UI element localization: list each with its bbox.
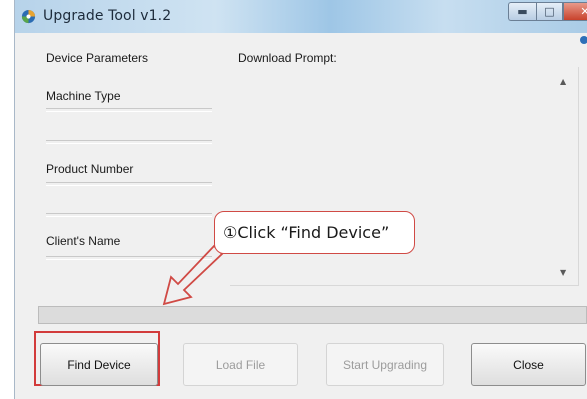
minimize-button[interactable]: ▬ — [508, 2, 536, 21]
close-window-button[interactable]: ✕ — [563, 2, 587, 21]
machine-type-label: Machine Type — [46, 89, 121, 103]
device-parameters-title: Device Parameters — [46, 51, 149, 65]
maximize-button[interactable]: □ — [536, 2, 563, 21]
app-icon — [21, 9, 36, 24]
scroll-up-icon[interactable]: ▲ — [560, 77, 566, 86]
window-title: Upgrade Tool v1.2 — [43, 8, 172, 24]
close-button[interactable]: Close — [471, 343, 586, 386]
progress-bar — [38, 306, 587, 324]
scroll-down-icon[interactable]: ▼ — [560, 268, 566, 277]
maximize-icon: □ — [544, 5, 555, 18]
clients-name-label: Client's Name — [46, 234, 121, 248]
instruction-callout: ①Click “Find Device” — [214, 211, 415, 254]
separator-line — [46, 140, 212, 144]
title-bar[interactable]: Upgrade Tool v1.2 — [15, 0, 587, 33]
indicator-dot-icon — [580, 36, 587, 44]
close-icon: ✕ — [580, 5, 587, 18]
download-prompt-title: Download Prompt: — [238, 51, 337, 65]
separator-line — [46, 108, 212, 112]
product-number-label: Product Number — [46, 162, 134, 176]
minimize-icon: ▬ — [517, 5, 528, 18]
separator-line — [46, 213, 212, 217]
separator-line — [46, 182, 212, 186]
start-upgrading-button[interactable]: Start Upgrading — [326, 343, 444, 386]
load-file-button[interactable]: Load File — [183, 343, 298, 386]
find-device-button[interactable]: Find Device — [40, 343, 158, 386]
